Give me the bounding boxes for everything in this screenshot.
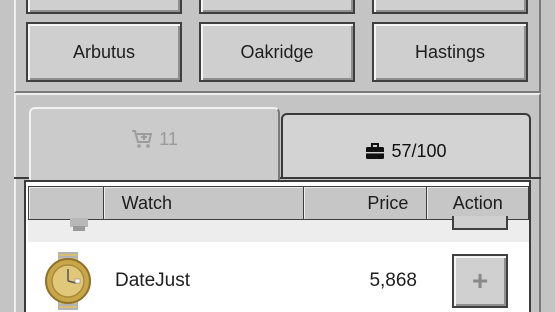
table-row xyxy=(28,216,529,242)
cart-count: 11 xyxy=(159,129,178,149)
location-button-hastings[interactable]: Hastings xyxy=(372,22,528,82)
location-button-oakridge[interactable]: Oakridge xyxy=(199,22,355,82)
add-button[interactable]: + xyxy=(452,254,508,308)
watch-price: 5,868 xyxy=(369,270,417,291)
watch-thumbnail xyxy=(70,218,88,231)
column-header-price: Price xyxy=(304,187,428,219)
plus-icon: + xyxy=(471,265,489,296)
watch-thumbnail xyxy=(45,252,91,310)
watch-name: DateJust xyxy=(115,270,190,291)
cart-plus-icon xyxy=(131,129,153,149)
location-button[interactable] xyxy=(199,0,355,14)
tab-cart[interactable]: 11 xyxy=(29,107,280,181)
watch-list: Watch Price Action DateJust 5,868 + xyxy=(24,180,531,312)
table-header: Watch Price Action xyxy=(28,186,529,220)
inventory-capacity: 57/100 xyxy=(391,140,447,161)
tab-inventory[interactable]: 57/100 xyxy=(281,113,531,177)
add-button[interactable] xyxy=(452,216,508,230)
location-button[interactable] xyxy=(372,0,528,14)
column-header-image xyxy=(29,187,104,219)
briefcase-icon xyxy=(365,142,385,160)
column-header-action: Action xyxy=(427,187,528,219)
location-button[interactable] xyxy=(26,0,182,14)
location-button-arbutus[interactable]: Arbutus xyxy=(26,22,182,82)
table-row: DateJust 5,868 + xyxy=(28,242,529,312)
column-header-watch: Watch xyxy=(104,187,304,219)
